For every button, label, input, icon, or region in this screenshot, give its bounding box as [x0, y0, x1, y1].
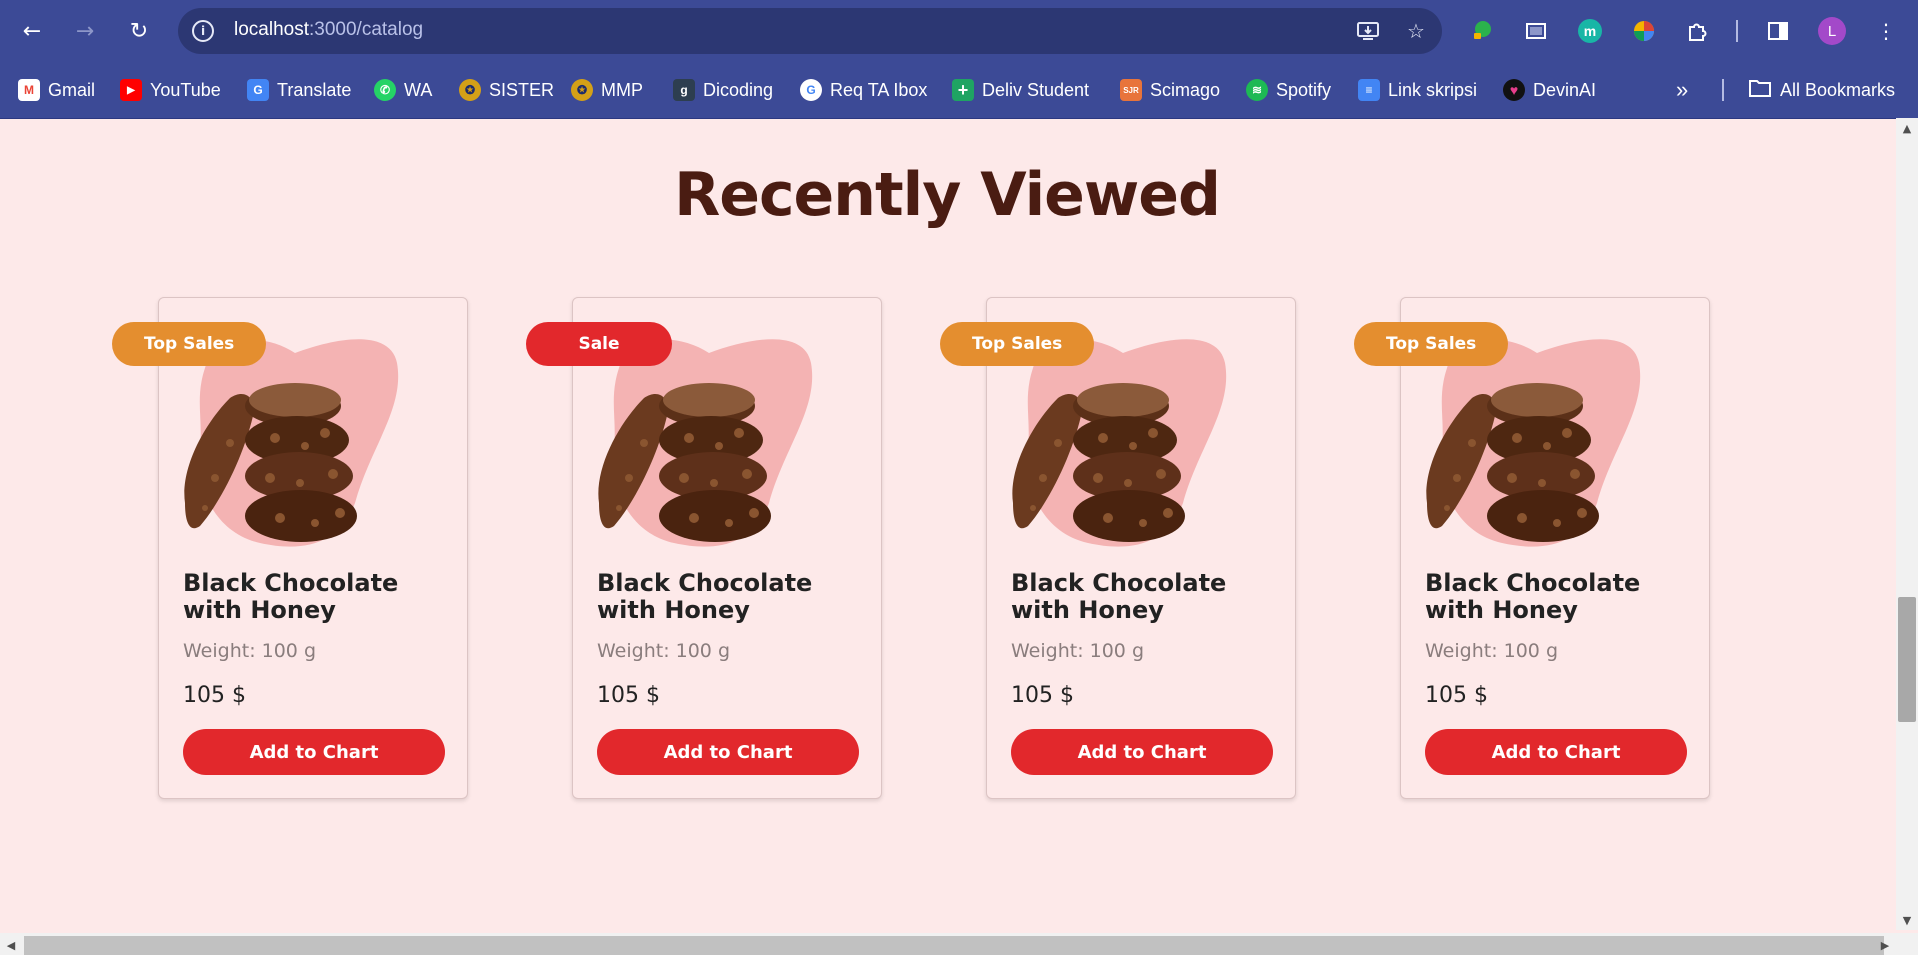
product-weight: Weight: 100 g: [1425, 640, 1558, 662]
bookmark-label: Dicoding: [703, 79, 774, 100]
bookmark-label: WA: [404, 79, 433, 100]
extension-feedly-icon[interactable]: [1466, 15, 1498, 47]
vertical-scrollbar[interactable]: [1896, 118, 1918, 930]
bookmark-devinai[interactable]: ♥ DevinAI: [1503, 76, 1596, 104]
bookmark-star-icon[interactable]: ☆: [1404, 19, 1428, 43]
docs-icon: ≡: [1358, 79, 1380, 101]
scimago-icon: SJR: [1120, 79, 1142, 101]
all-bookmarks-label: All Bookmarks: [1780, 79, 1896, 100]
product-name[interactable]: Black Chocolate with Honey: [1425, 570, 1695, 624]
product-badge: Sale: [526, 322, 672, 366]
browser-menu-icon[interactable]: ⋮: [1870, 15, 1902, 47]
site-info-icon[interactable]: i: [192, 20, 214, 42]
add-to-cart-button[interactable]: Add to Chart: [1425, 729, 1687, 775]
url-text[interactable]: localhost:3000/catalog: [234, 19, 423, 41]
bookmark-label: Link skripsi: [1388, 79, 1478, 100]
url-host: localhost: [234, 19, 309, 40]
bookmark-label: Req TA Ibox: [830, 79, 928, 100]
gmail-icon: M: [18, 79, 40, 101]
spotify-icon: ≋: [1246, 79, 1268, 101]
bookmark-label: Scimago: [1150, 79, 1221, 100]
bookmark-wa[interactable]: ✆ WA: [374, 76, 432, 104]
scroll-right-arrow-icon[interactable]: ▶: [1876, 937, 1894, 953]
bookmark-label: Spotify: [1276, 79, 1332, 100]
bookmark-scimago[interactable]: SJR Scimago: [1120, 76, 1220, 104]
extension-screenshot-icon[interactable]: [1520, 15, 1552, 47]
bookmark-dicoding[interactable]: g Dicoding: [673, 76, 773, 104]
product-price: 105 $: [1425, 683, 1488, 708]
back-arrow-icon[interactable]: ←: [15, 14, 49, 48]
scroll-down-arrow-icon[interactable]: ▼: [1898, 912, 1916, 928]
toolbar-divider: [1736, 20, 1738, 42]
product-badge: Top Sales: [1354, 322, 1509, 366]
bookmark-label: SISTER: [489, 79, 555, 100]
extensions-puzzle-icon[interactable]: [1682, 15, 1714, 47]
product-card[interactable]: Top Sales Black Chocolate with Honey Wei…: [940, 297, 1296, 799]
side-panel-icon[interactable]: [1762, 15, 1794, 47]
devin-icon: ♥: [1503, 79, 1525, 101]
product-badge: Top Sales: [112, 322, 267, 366]
add-to-cart-button[interactable]: Add to Chart: [1011, 729, 1273, 775]
horizontal-scroll-thumb[interactable]: [24, 936, 1884, 955]
bookmark-link-skripsi[interactable]: ≡ Link skripsi: [1358, 76, 1477, 104]
bookmark-spotify[interactable]: ≋ Spotify: [1246, 76, 1331, 104]
product-badge: Top Sales: [940, 322, 1095, 366]
add-to-cart-button[interactable]: Add to Chart: [597, 729, 859, 775]
url-path: :3000/catalog: [309, 19, 424, 40]
scroll-left-arrow-icon[interactable]: ◀: [2, 937, 20, 953]
product-weight: Weight: 100 g: [1011, 640, 1144, 662]
translate-icon: G: [247, 79, 269, 101]
product-price: 105 $: [183, 683, 246, 708]
bookmark-label: YouTube: [150, 79, 221, 100]
profile-avatar[interactable]: L: [1818, 17, 1846, 45]
bookmark-youtube[interactable]: ▶ YouTube: [120, 76, 221, 104]
install-app-icon[interactable]: [1356, 19, 1380, 43]
product-name[interactable]: Black Chocolate with Honey: [597, 570, 867, 624]
product-price: 105 $: [1011, 683, 1074, 708]
bookmark-label: Gmail: [48, 79, 96, 100]
bookmark-gmail[interactable]: M Gmail: [18, 76, 95, 104]
sister-icon: ✪: [459, 79, 481, 101]
all-bookmarks-button[interactable]: All Bookmarks: [1748, 76, 1895, 104]
bookmark-label: DevinAI: [1533, 79, 1597, 100]
folder-icon: [1748, 78, 1772, 103]
product-weight: Weight: 100 g: [183, 640, 316, 662]
vertical-scroll-thumb[interactable]: [1898, 597, 1916, 722]
bookmark-label: Deliv Student: [982, 79, 1090, 100]
address-bar[interactable]: i localhost:3000/catalog ☆: [178, 8, 1442, 54]
bookmark-deliv-student[interactable]: + Deliv Student: [952, 76, 1089, 104]
bookmark-sister[interactable]: ✪ SISTER: [459, 76, 554, 104]
bookmark-translate[interactable]: G Translate: [247, 76, 351, 104]
dicoding-icon: g: [673, 79, 695, 101]
more-bookmarks-chevron-icon[interactable]: »: [1676, 76, 1688, 104]
bookmark-label: MMP: [601, 79, 643, 100]
product-card[interactable]: Sale Black Chocolate with Honey Weight: …: [526, 297, 882, 799]
product-card[interactable]: Top Sales Black Chocolate with Honey Wei…: [112, 297, 468, 799]
reload-icon[interactable]: ↻: [122, 14, 156, 48]
bookmark-mmp[interactable]: ✪ MMP: [571, 76, 643, 104]
extension-m-icon[interactable]: m: [1574, 15, 1606, 47]
forward-arrow-icon[interactable]: →: [68, 14, 102, 48]
sheets-icon: +: [952, 79, 974, 101]
scroll-up-arrow-icon[interactable]: ▲: [1898, 120, 1916, 136]
extension-color-picker-icon[interactable]: [1628, 15, 1660, 47]
product-weight: Weight: 100 g: [597, 640, 730, 662]
bookmark-label: Translate: [277, 79, 352, 100]
browser-toolbar: ← → ↻ i localhost:3000/catalog ☆ m L ⋮: [0, 0, 1918, 62]
product-name[interactable]: Black Chocolate with Honey: [1011, 570, 1281, 624]
product-price: 105 $: [597, 683, 660, 708]
section-title: Recently Viewed: [674, 160, 1221, 230]
google-icon: G: [800, 79, 822, 101]
bookmark-req-ta-ibox[interactable]: G Req TA Ibox: [800, 76, 927, 104]
product-card[interactable]: Top Sales Black Chocolate with Honey Wei…: [1354, 297, 1710, 799]
product-name[interactable]: Black Chocolate with Honey: [183, 570, 453, 624]
youtube-icon: ▶: [120, 79, 142, 101]
bookmarks-bar: M Gmail ▶ YouTube G Translate ✆ WA ✪ SIS…: [0, 62, 1918, 119]
bookmarks-divider: [1722, 79, 1724, 101]
add-to-cart-button[interactable]: Add to Chart: [183, 729, 445, 775]
whatsapp-icon: ✆: [374, 79, 396, 101]
mmp-icon: ✪: [571, 79, 593, 101]
